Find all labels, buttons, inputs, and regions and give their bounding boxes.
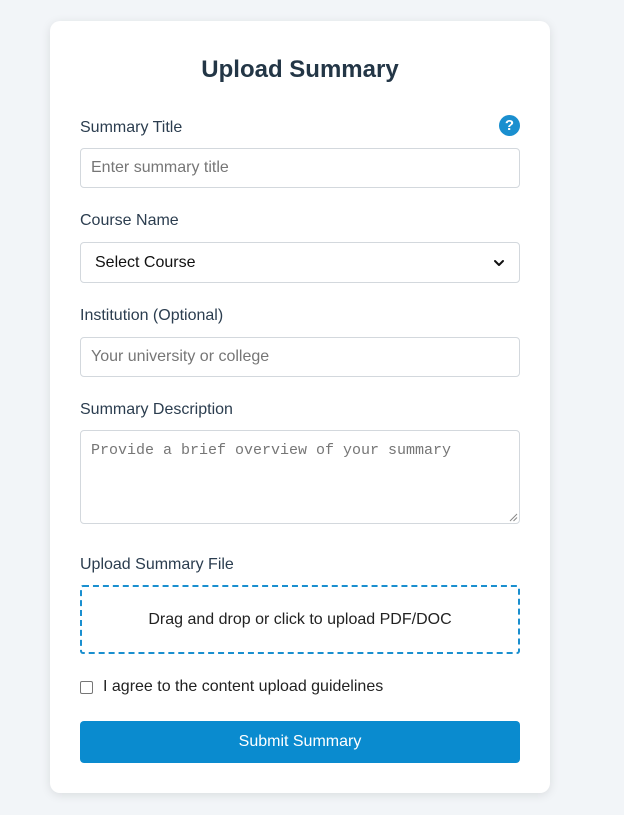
upload-summary-card: Upload Summary Summary Title ? Course Na… — [50, 21, 550, 793]
guidelines-checkbox-label[interactable]: I agree to the content upload guidelines — [103, 677, 383, 697]
resize-grip-icon[interactable] — [509, 513, 518, 522]
page-title: Upload Summary — [201, 56, 399, 83]
dropzone-text: Drag and drop or click to upload PDF/DOC — [148, 610, 452, 628]
help-icon[interactable]: ? — [499, 115, 520, 136]
course-name-label: Course Name — [80, 212, 179, 229]
upload-file-label: Upload Summary File — [80, 556, 234, 573]
chevron-down-icon — [494, 259, 504, 266]
institution-input[interactable] — [80, 337, 520, 377]
summary-title-input[interactable] — [80, 148, 520, 188]
guidelines-checkbox[interactable] — [80, 681, 93, 694]
summary-title-label: Summary Title — [80, 119, 183, 136]
summary-description-textarea[interactable] — [80, 430, 520, 524]
institution-label: Institution (Optional) — [80, 307, 224, 324]
submit-summary-button[interactable]: Submit Summary — [80, 721, 520, 763]
summary-description-label: Summary Description — [80, 401, 233, 418]
course-select[interactable]: Select Course — [80, 242, 520, 283]
file-dropzone[interactable]: Drag and drop or click to upload PDF/DOC — [80, 585, 520, 654]
course-select-value: Select Course — [95, 253, 196, 271]
